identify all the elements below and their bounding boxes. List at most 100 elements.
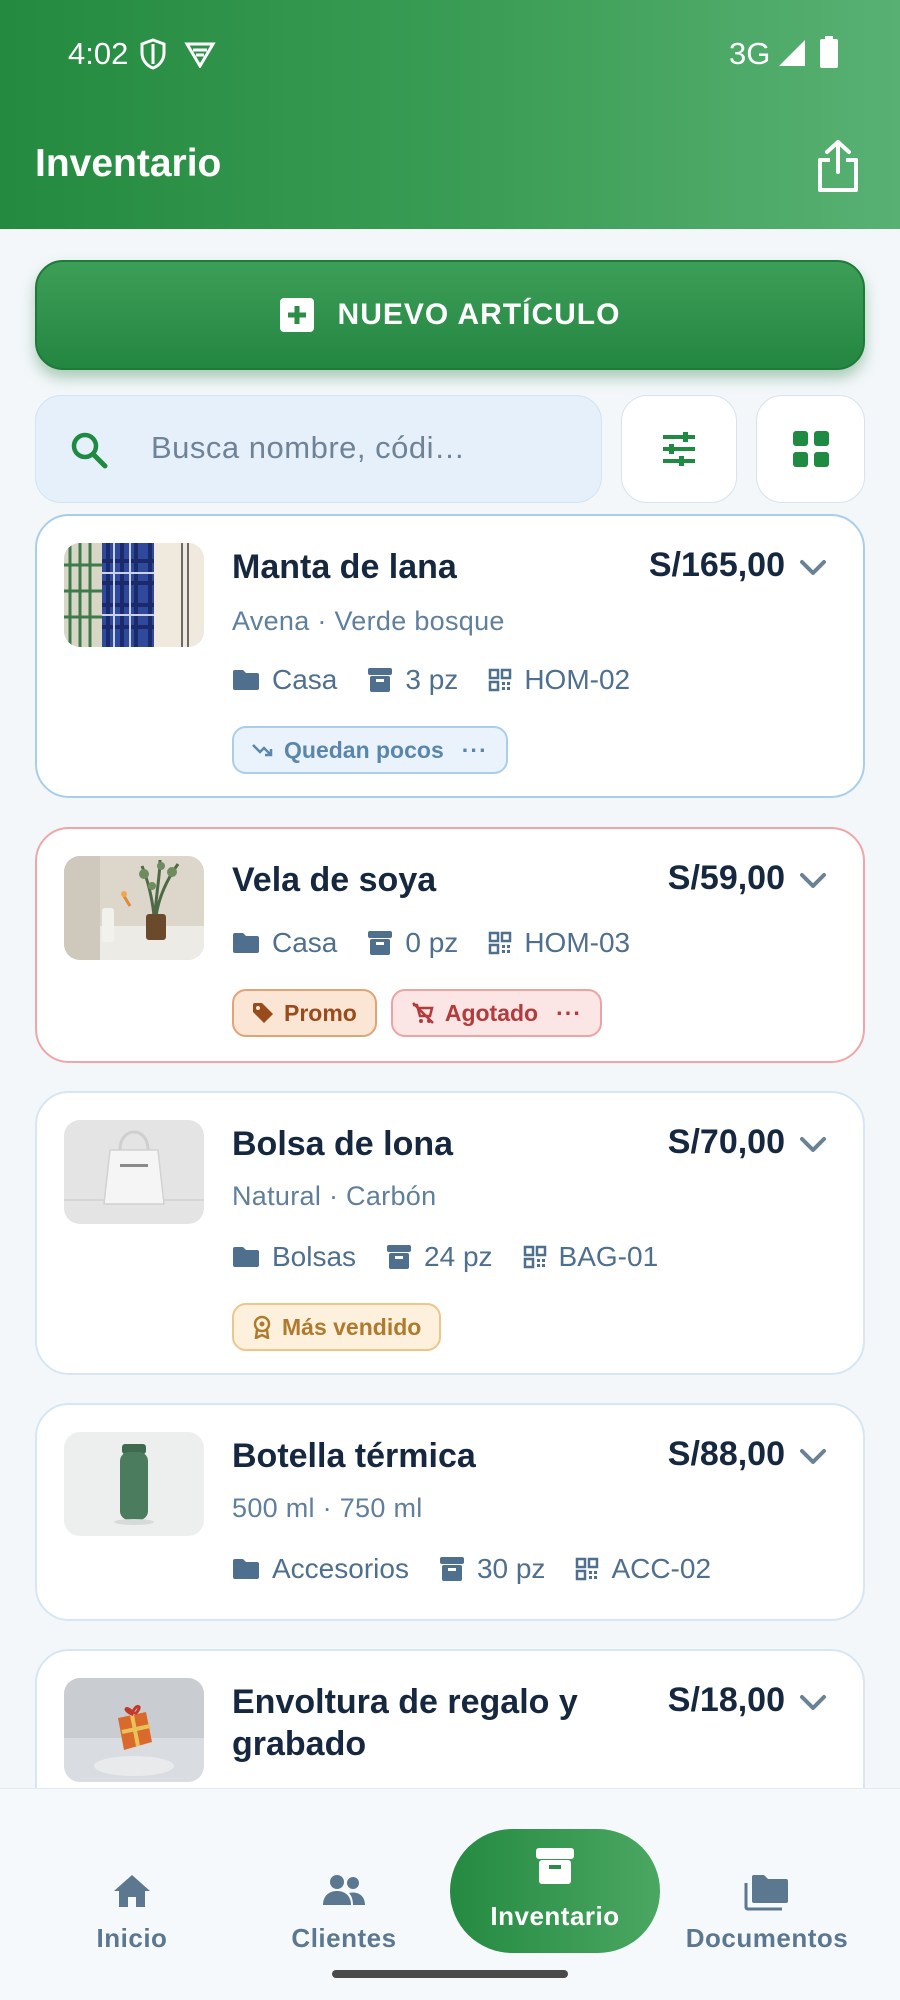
low-stock-label: Quedan pocos	[284, 736, 444, 763]
grid-icon	[792, 431, 829, 467]
archive-icon	[368, 668, 393, 692]
folder-icon	[233, 1247, 259, 1267]
chevron-down-icon[interactable]	[799, 1135, 827, 1155]
qr-code-icon	[576, 1557, 599, 1581]
new-item-button[interactable]: NUEVO ARTÍCULO	[35, 260, 865, 370]
nav-item-inicio[interactable]: Inicio	[27, 1829, 237, 1953]
award-icon	[253, 1315, 271, 1339]
nav-label: Clientes	[291, 1923, 397, 1953]
best-seller-label: Más vendido	[282, 1313, 422, 1340]
tune-icon	[663, 432, 695, 466]
item-code: BAG-01	[558, 1241, 659, 1272]
item-price: S/18,00	[667, 1681, 785, 1719]
item-name: Botella térmica	[232, 1437, 476, 1475]
home-icon	[114, 1875, 150, 1907]
nav-item-documentos[interactable]: Documentos	[662, 1829, 872, 1953]
sold-out-badge[interactable]: Agotado ···	[390, 989, 603, 1037]
new-item-label: NUEVO ARTÍCULO	[337, 298, 621, 331]
item-variant: Natural · Carbón	[232, 1181, 437, 1211]
status-bar: 4:02 3G	[0, 0, 900, 107]
folder-icon	[233, 933, 259, 953]
page-title: Inventario	[35, 142, 222, 185]
item-thumbnail	[64, 1120, 204, 1224]
item-category: Casa	[272, 927, 338, 958]
battery-icon	[820, 36, 838, 68]
qr-code-icon	[523, 1245, 546, 1269]
qr-code-icon	[489, 931, 512, 955]
grid-view-button[interactable]	[756, 395, 865, 503]
item-thumbnail	[64, 543, 204, 647]
search-icon	[71, 432, 108, 469]
signal-icon	[779, 40, 805, 66]
item-stock: 30 pz	[476, 1553, 546, 1584]
search-placeholder: Busca nombre, códi…	[151, 430, 466, 465]
more-icon: ···	[461, 736, 488, 763]
nav-item-inventario[interactable]: Inventario	[450, 1829, 660, 1953]
bottom-navigation: Inicio Clientes Inventario Documentos	[0, 1788, 900, 2000]
nav-label: Inventario	[490, 1901, 620, 1931]
shield-icon	[140, 38, 166, 70]
list-item[interactable]: Manta de lana S/165,00 Avena · Verde bos…	[35, 514, 865, 798]
low-stock-badge[interactable]: Quedan pocos ···	[232, 726, 508, 774]
folder-icon	[233, 670, 259, 690]
archive-icon	[536, 1848, 574, 1884]
chevron-down-icon[interactable]	[799, 558, 827, 578]
trending-down-icon	[252, 744, 273, 757]
chevron-down-icon[interactable]	[799, 871, 827, 891]
item-stock: 3 pz	[405, 664, 459, 695]
item-thumbnail	[64, 1432, 204, 1536]
item-thumbnail	[64, 856, 204, 960]
add-box-icon	[279, 298, 314, 332]
promo-label: Promo	[284, 999, 357, 1026]
app-header: 4:02 3G Inventario	[0, 0, 900, 229]
qr-code-icon	[489, 668, 512, 692]
item-stock: 0 pz	[405, 927, 459, 958]
item-category: Casa	[272, 664, 338, 695]
list-item[interactable]: Envoltura de regalo y grabado S/18,00	[35, 1649, 865, 1788]
item-variant: 500 ml · 750 ml	[232, 1493, 423, 1523]
remove-shopping-cart-icon	[411, 1002, 434, 1024]
item-price: S/165,00	[648, 546, 785, 584]
home-indicator	[332, 1970, 568, 1978]
vpn-icon	[184, 42, 216, 68]
item-name: Envoltura de regalo y grabado	[232, 1683, 578, 1763]
best-seller-badge[interactable]: Más vendido	[232, 1303, 442, 1351]
item-meta: Accesorios 30 pz ACC-02	[232, 1551, 741, 1587]
item-meta: Bolsas 24 pz BAG-01	[232, 1239, 688, 1275]
item-meta: Casa 3 pz HOM-02	[232, 662, 660, 698]
item-category: Accesorios	[272, 1553, 409, 1584]
nav-label: Documentos	[685, 1923, 849, 1953]
more-icon: ···	[556, 999, 583, 1026]
archive-icon	[387, 1245, 412, 1269]
archive-icon	[439, 1557, 464, 1581]
item-name: Bolsa de lona	[232, 1125, 454, 1163]
chevron-down-icon[interactable]	[799, 1447, 827, 1467]
list-item[interactable]: Vela de soya S/59,00 Casa 0 pz HOM-03 Pr…	[35, 827, 865, 1063]
promo-badge[interactable]: Promo	[232, 989, 377, 1037]
sold-out-label: Agotado	[444, 999, 539, 1026]
network-type: 3G	[729, 36, 771, 71]
inventory-list[interactable]: Manta de lana S/165,00 Avena · Verde bos…	[0, 510, 900, 1788]
item-code: ACC-02	[611, 1553, 712, 1584]
folder-icon	[233, 1559, 259, 1579]
list-item[interactable]: Bolsa de lona S/70,00 Natural · Carbón B…	[35, 1091, 865, 1375]
item-code: HOM-03	[524, 927, 631, 958]
item-meta: Casa 0 pz HOM-03	[232, 925, 660, 961]
item-code: HOM-02	[524, 664, 631, 695]
filter-button[interactable]	[621, 395, 737, 503]
share-icon[interactable]	[812, 138, 864, 194]
status-time: 4:02	[68, 36, 129, 71]
item-variant: Avena · Verde bosque	[232, 606, 505, 636]
item-price: S/59,00	[667, 859, 785, 897]
nav-item-clientes[interactable]: Clientes	[239, 1829, 449, 1953]
item-price: S/88,00	[667, 1435, 785, 1473]
item-name: Manta de lana	[232, 548, 457, 586]
chevron-down-icon[interactable]	[799, 1693, 827, 1713]
archive-icon	[368, 931, 393, 955]
list-item[interactable]: Botella térmica S/88,00 500 ml · 750 ml …	[35, 1403, 865, 1621]
people-icon	[323, 1875, 365, 1905]
item-category: Bolsas	[272, 1241, 357, 1272]
item-price: S/70,00	[667, 1123, 785, 1161]
item-thumbnail	[64, 1678, 204, 1782]
search-input[interactable]: Busca nombre, códi…	[35, 395, 602, 503]
